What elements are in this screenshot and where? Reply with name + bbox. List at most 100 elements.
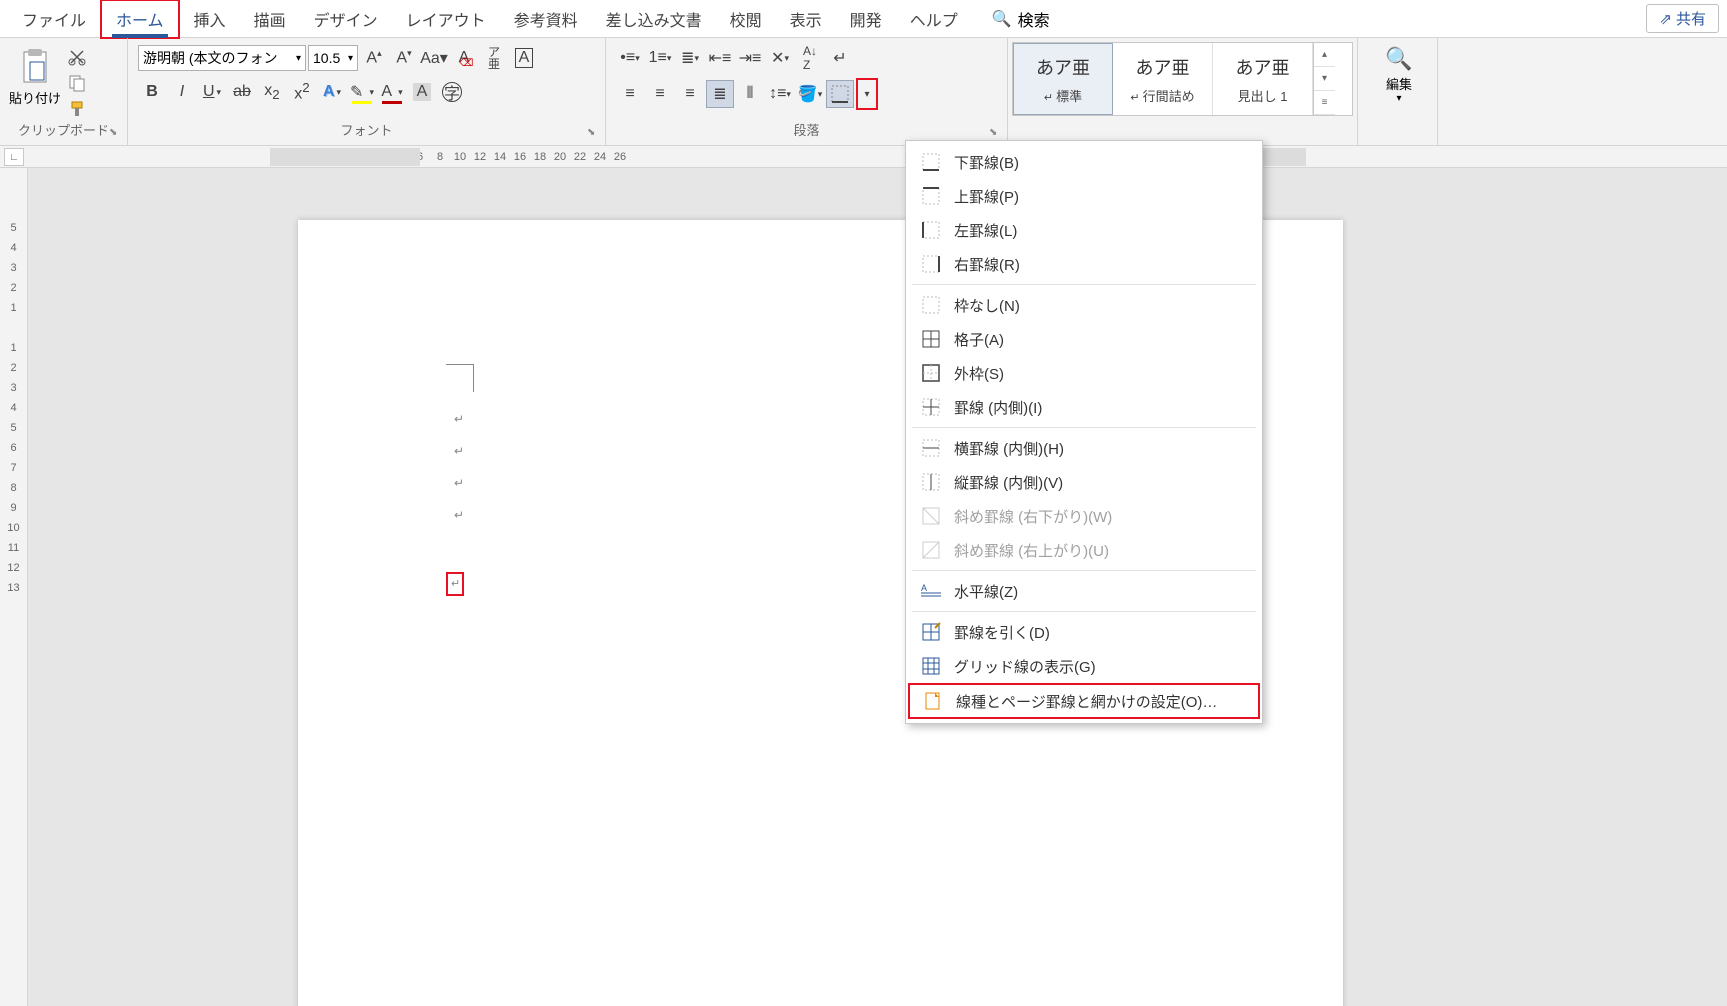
paragraph-dialog-launcher[interactable]: ⬊: [989, 127, 1003, 141]
menu-separator: [912, 570, 1256, 571]
align-center-button[interactable]: ≡: [646, 80, 674, 108]
menu-border-top[interactable]: 上罫線(P): [906, 179, 1262, 213]
highlight-button[interactable]: ✎▾: [348, 78, 376, 106]
tab-layout[interactable]: レイアウト: [392, 1, 500, 37]
share-button[interactable]: ⇗ 共有: [1646, 4, 1719, 33]
tab-view[interactable]: 表示: [776, 1, 836, 37]
menu-border-bottom[interactable]: 下罫線(B): [906, 145, 1262, 179]
enclose-char-button[interactable]: 字: [438, 78, 466, 106]
strikethrough-button[interactable]: ab: [228, 78, 256, 106]
menu-view-gridlines[interactable]: グリッド線の表示(G): [906, 649, 1262, 683]
copy-button[interactable]: [66, 72, 88, 94]
ruler-tick: 4: [10, 398, 16, 418]
strike-icon: ab: [233, 83, 251, 101]
ruler-corner[interactable]: ∟: [4, 148, 24, 166]
borders-button[interactable]: [826, 80, 854, 108]
menu-border-right[interactable]: 右罫線(R): [906, 247, 1262, 281]
menu-border-outside[interactable]: 外枠(S): [906, 356, 1262, 390]
find-button[interactable]: 🔍 編集 ▾: [1364, 42, 1434, 104]
menu-borders-shading[interactable]: 線種とページ罫線と網かけの設定(O)…: [908, 683, 1260, 719]
search-area[interactable]: 🔍 検索: [992, 7, 1050, 31]
align-right-button[interactable]: ≡: [676, 80, 704, 108]
multilevel-button[interactable]: ≣▾: [676, 44, 704, 72]
italic-button[interactable]: I: [168, 78, 196, 106]
menu-horizontal-line[interactable]: A水平線(Z): [906, 574, 1262, 608]
tab-help[interactable]: ヘルプ: [896, 1, 972, 37]
underline-button[interactable]: U▾: [198, 78, 226, 106]
border-bottom-icon: [920, 151, 942, 173]
ruler-tick: 2: [10, 278, 16, 298]
distribute-button[interactable]: ⫴: [736, 80, 764, 108]
change-case-button[interactable]: Aa▾: [420, 44, 448, 72]
menu-draw-table[interactable]: 罫線を引く(D): [906, 615, 1262, 649]
bullets-button[interactable]: •≡▾: [616, 44, 644, 72]
styles-scroll-up[interactable]: ▴: [1314, 43, 1335, 67]
tab-insert[interactable]: 挿入: [180, 1, 240, 37]
borders-dropdown-button[interactable]: ▾: [858, 80, 876, 108]
justify-button[interactable]: ≣: [706, 80, 734, 108]
styles-expand[interactable]: ≡: [1314, 91, 1335, 115]
asian-layout-button[interactable]: ✕▾: [766, 44, 794, 72]
style-preview: あア亜: [1236, 54, 1290, 80]
text-effects-button[interactable]: A▾: [318, 78, 346, 106]
tab-home[interactable]: ホーム: [102, 1, 178, 37]
ruler-tick: 8: [430, 151, 450, 163]
tab-design[interactable]: デザイン: [300, 1, 392, 37]
char-border-button[interactable]: A: [510, 44, 538, 72]
share-icon: ⇗: [1659, 10, 1672, 28]
shrink-font-button[interactable]: A▾: [390, 44, 418, 72]
shading-button[interactable]: 🪣▾: [796, 80, 824, 108]
superscript-button[interactable]: x2: [288, 78, 316, 106]
tab-draw[interactable]: 描画: [240, 1, 300, 37]
phonetic-guide-button[interactable]: ア亜: [480, 44, 508, 72]
menu-label: 左罫線(L): [954, 220, 1017, 241]
tab-file[interactable]: ファイル: [8, 1, 100, 37]
menu-border-inside[interactable]: 罫線 (内側)(I): [906, 390, 1262, 424]
tab-developer[interactable]: 開発: [836, 1, 896, 37]
font-name-combo[interactable]: 游明朝 (本文のフォン▾: [138, 45, 306, 71]
menu-border-left[interactable]: 左罫線(L): [906, 213, 1262, 247]
style-heading1[interactable]: あア亜 見出し 1: [1213, 43, 1313, 115]
font-dialog-launcher[interactable]: ⬊: [587, 127, 601, 141]
ruler-tick: 13: [7, 578, 19, 598]
ruler-tick: 3: [10, 258, 16, 278]
brush-icon: [68, 100, 86, 118]
text-effects-icon: A: [323, 83, 335, 101]
tab-review[interactable]: 校閲: [716, 1, 776, 37]
menu-border-none[interactable]: 枠なし(N): [906, 288, 1262, 322]
styles-scroll-down[interactable]: ▾: [1314, 67, 1335, 91]
sort-button[interactable]: A↓Z: [796, 44, 824, 72]
style-nospacing[interactable]: あア亜 ↵ 行間詰め: [1113, 43, 1213, 115]
increase-indent-button[interactable]: ⇥≡: [736, 44, 764, 72]
vertical-ruler[interactable]: 5 4 3 2 1 1 2 3 4 5 6 7 8 9 10 11 12 13: [0, 168, 28, 1006]
group-paragraph: •≡▾ 1≡▾ ≣▾ ⇤≡ ⇥≡ ✕▾ A↓Z ↵ ≡ ≡ ≡ ≣ ⫴ ↕≡▾ …: [606, 38, 1008, 145]
menu-label: 斜め罫線 (右上がり)(U): [954, 540, 1109, 561]
line-spacing-button[interactable]: ↕≡▾: [766, 80, 794, 108]
char-shading-button[interactable]: A: [408, 78, 436, 106]
clear-format-button[interactable]: A⌫: [450, 44, 478, 72]
format-painter-button[interactable]: [66, 98, 88, 120]
clipboard-icon: [18, 48, 52, 86]
tab-mailings[interactable]: 差し込み文書: [592, 1, 716, 37]
numbering-button[interactable]: 1≡▾: [646, 44, 674, 72]
cut-button[interactable]: [66, 46, 88, 68]
show-marks-button[interactable]: ↵: [826, 44, 854, 72]
menu-border-all[interactable]: 格子(A): [906, 322, 1262, 356]
paste-button[interactable]: 貼り付け: [6, 44, 64, 107]
page-canvas[interactable]: ↵ ↵ ↵ ↵ ↵: [28, 168, 1727, 1006]
decrease-indent-button[interactable]: ⇤≡: [706, 44, 734, 72]
menu-border-inside-h[interactable]: 横罫線 (内側)(H): [906, 431, 1262, 465]
tab-references[interactable]: 参考資料: [500, 1, 592, 37]
bold-button[interactable]: B: [138, 78, 166, 106]
horizontal-ruler[interactable]: ∟ 8 6 4 2 2 4 6 8 10 12 14 16 18 20 22 2…: [0, 146, 1727, 168]
subscript-button[interactable]: x2: [258, 78, 286, 106]
grow-font-button[interactable]: A▴: [360, 44, 388, 72]
font-color-button[interactable]: A▾: [378, 78, 406, 106]
clipboard-dialog-launcher[interactable]: ⬊: [109, 127, 123, 141]
horizontal-line-icon: A: [920, 580, 942, 602]
font-size-combo[interactable]: 10.5▾: [308, 45, 358, 71]
style-normal[interactable]: あア亜 ↵ 標準: [1013, 43, 1113, 115]
menu-border-inside-v[interactable]: 縦罫線 (内側)(V): [906, 465, 1262, 499]
menu-label: 縦罫線 (内側)(V): [954, 472, 1063, 493]
align-left-button[interactable]: ≡: [616, 80, 644, 108]
